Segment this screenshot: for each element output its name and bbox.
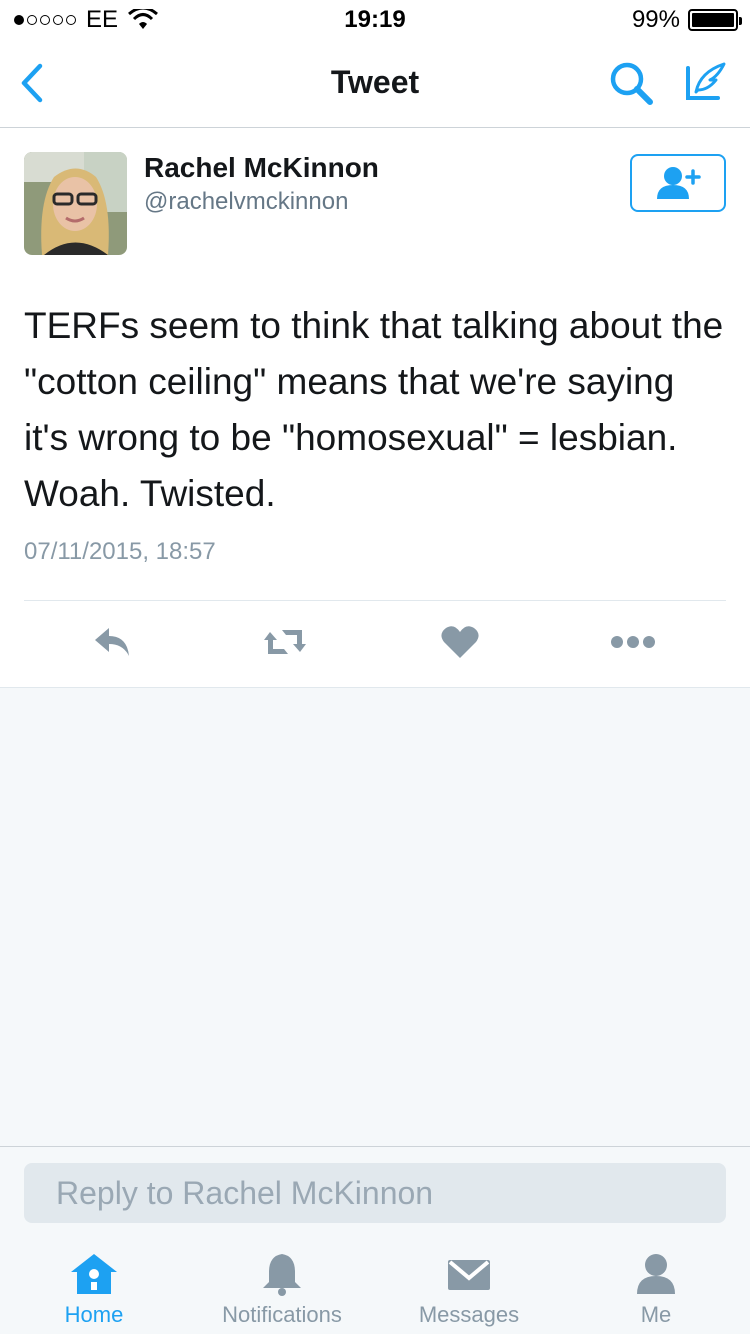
author-handle[interactable]: @rachelvmckinnon (144, 188, 348, 216)
tab-label-me: Me (640, 1302, 672, 1327)
tab-home[interactable]: Home (40, 1238, 148, 1334)
nav-bar: Tweet (0, 40, 750, 128)
tweet-detail: Rachel McKinnon @rachelvmckinnon TERFs s… (0, 128, 750, 688)
bell-icon (263, 1254, 301, 1296)
tab-bar: Home Notifications Messages Me (0, 1238, 750, 1334)
status-bar: EE 19:19 99% (0, 0, 750, 40)
tab-label-messages: Messages (418, 1302, 520, 1327)
tweet-text: TERFs seem to think that talking about t… (24, 305, 724, 514)
reply-icon (95, 628, 129, 656)
like-icon (441, 626, 479, 658)
more-button[interactable] (608, 622, 658, 662)
add-user-icon (657, 167, 701, 199)
battery-percent: 99% (631, 6, 680, 33)
home-icon (71, 1254, 117, 1294)
person-icon (637, 1254, 675, 1294)
replies-area (0, 688, 750, 1146)
tab-label-notifications: Notifications (222, 1302, 342, 1327)
reply-input[interactable] (24, 1163, 726, 1223)
tab-messages[interactable]: Messages (408, 1238, 530, 1334)
retweet-button[interactable] (260, 622, 310, 662)
tweet-timestamp: 07/11/2015, 18:57 (24, 538, 216, 565)
reply-button[interactable] (88, 622, 138, 662)
author-name[interactable]: Rachel McKinnon (144, 152, 379, 184)
follow-button[interactable] (630, 154, 726, 212)
retweet-icon (264, 630, 306, 654)
like-button[interactable] (435, 622, 485, 662)
compose-tweet-icon[interactable] (682, 58, 730, 106)
envelope-icon (448, 1260, 490, 1290)
tab-me[interactable]: Me (610, 1238, 702, 1334)
battery-icon (688, 9, 742, 31)
status-bar-right: 99% (631, 6, 742, 34)
tab-label-home: Home (64, 1302, 124, 1327)
divider (24, 600, 726, 601)
search-icon[interactable] (608, 60, 656, 108)
avatar[interactable] (24, 152, 127, 255)
battery-level (692, 13, 734, 27)
tab-notifications[interactable]: Notifications (208, 1238, 356, 1334)
more-icon (611, 636, 655, 648)
reply-bar (0, 1146, 750, 1238)
